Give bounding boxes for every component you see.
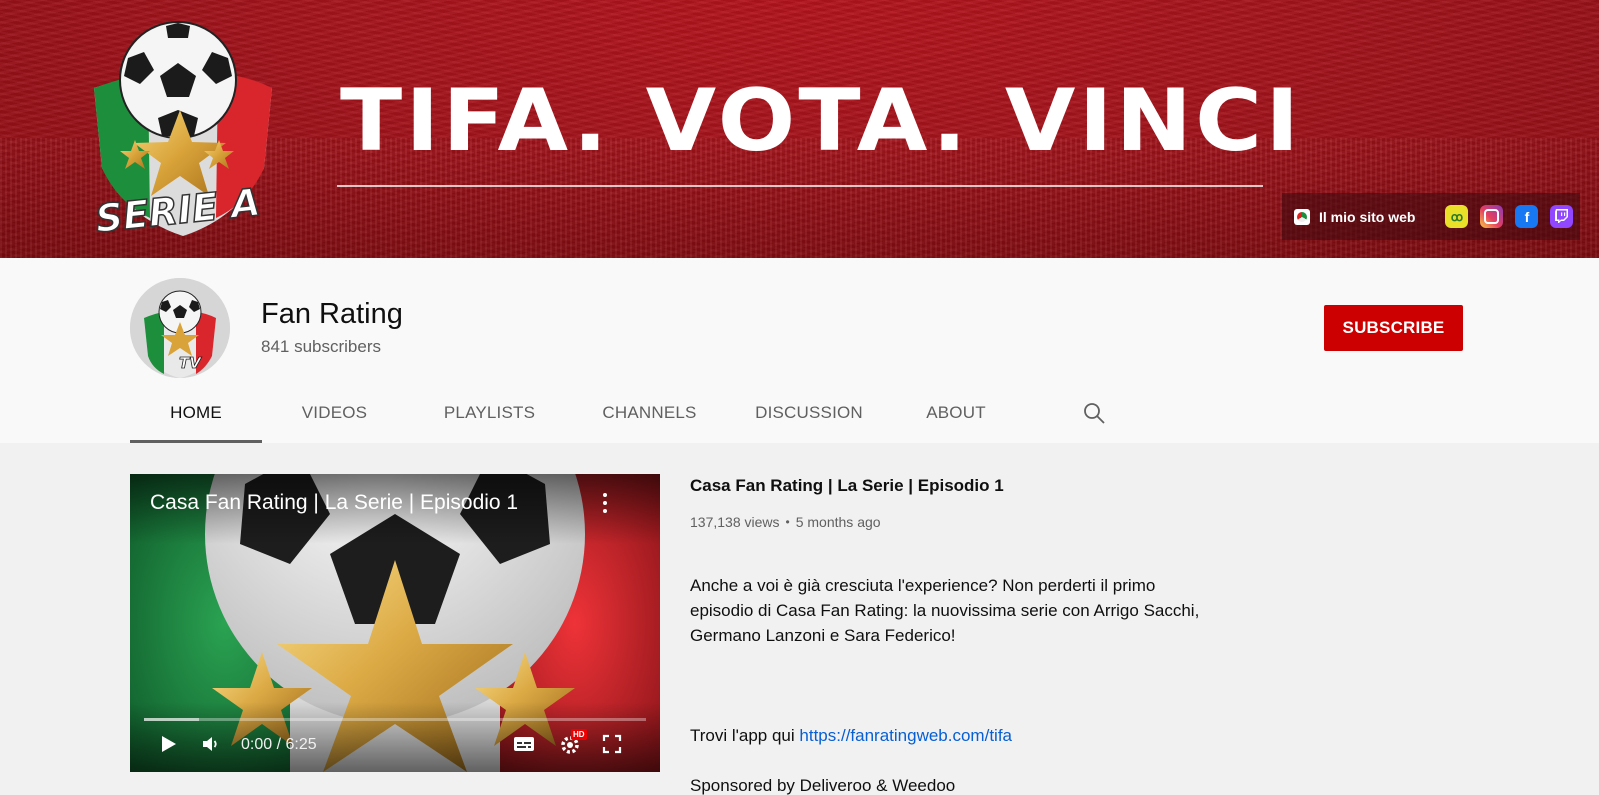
tab-videos[interactable]: VIDEOS [262,382,407,443]
featured-video-info: Casa Fan Rating | La Serie | Episodio 1 … [690,474,1210,795]
play-icon[interactable] [154,732,182,756]
banner-headline: TIFA. VOTA. VINCI [340,71,1303,171]
instagram-icon[interactable] [1480,205,1504,228]
social-links: ꝏ f [1445,205,1574,228]
banner-divider [337,185,1263,187]
progress-bar[interactable] [144,718,646,721]
tab-channels[interactable]: CHANNELS [572,382,727,443]
facebook-icon[interactable]: f [1515,205,1539,228]
fullscreen-icon[interactable] [598,732,626,756]
channel-tabs: HOME VIDEOS PLAYLISTS CHANNELS DISCUSSIO… [130,382,1117,443]
avatar-badge: TV [179,354,202,372]
tab-playlists[interactable]: PLAYLISTS [407,382,572,443]
channel-header: TV Fan Rating 841 subscribers SUBSCRIBE … [0,258,1599,443]
progress-buffered [144,718,200,721]
weedoo-icon[interactable]: ꝏ [1445,205,1469,228]
description-app-prefix: Trovi l'app qui [690,726,800,745]
subscriber-count: 841 subscribers [261,337,382,356]
upload-age: 5 months ago [795,514,881,530]
channel-name: Fan Rating [261,298,403,330]
website-link[interactable]: Il mio sito web [1294,208,1416,225]
meta-separator: • [785,515,790,529]
settings-gear-icon[interactable]: HD [555,729,587,756]
featured-video-player[interactable]: Casa Fan Rating | La Serie | Episodio 1 … [130,474,660,772]
channel-avatar[interactable]: TV [130,278,230,378]
twitch-icon[interactable] [1550,205,1574,228]
video-metadata: 137,138 views • 5 months ago [690,514,1210,530]
featured-video-title[interactable]: Casa Fan Rating | La Serie | Episodio 1 [690,474,1210,498]
description-text: Anche a voi è già cresciuta l'experience… [690,576,1200,645]
view-count: 137,138 views [690,514,780,530]
banner-links: Il mio sito web ꝏ f [1282,193,1580,240]
volume-icon[interactable] [197,732,225,756]
description-spacer [690,673,1210,698]
player-video-title[interactable]: Casa Fan Rating | La Serie | Episodio 1 [150,491,518,515]
tab-home[interactable]: HOME [130,382,262,443]
more-options-icon[interactable] [593,491,617,515]
video-description: Anche a voi è già cresciuta l'experience… [690,548,1210,795]
subtitles-icon[interactable] [510,732,538,756]
description-sponsor: Sponsored by Deliveroo & Weedoo [690,776,956,795]
website-link-label: Il mio sito web [1319,208,1416,225]
home-content: Casa Fan Rating | La Serie | Episodio 1 … [0,443,1599,795]
tab-discussion[interactable]: DISCUSSION [727,382,891,443]
hd-badge: HD [571,729,587,740]
time-display: 0:00 / 6:25 [241,736,317,753]
description-app-line: Trovi l'app qui https://fanratingweb.com… [690,723,1210,748]
serie-a-logo: SERIE A [93,21,272,240]
subscribe-button[interactable]: SUBSCRIBE [1324,305,1463,351]
channel-search-icon[interactable] [1071,382,1117,443]
channel-banner: SERIE A TIFA. VOTA. VINCI Il mio sito we… [0,0,1599,258]
description-link[interactable]: https://fanratingweb.com/tifa [799,726,1012,745]
website-favicon-icon [1294,208,1310,225]
tab-about[interactable]: ABOUT [891,382,1021,443]
